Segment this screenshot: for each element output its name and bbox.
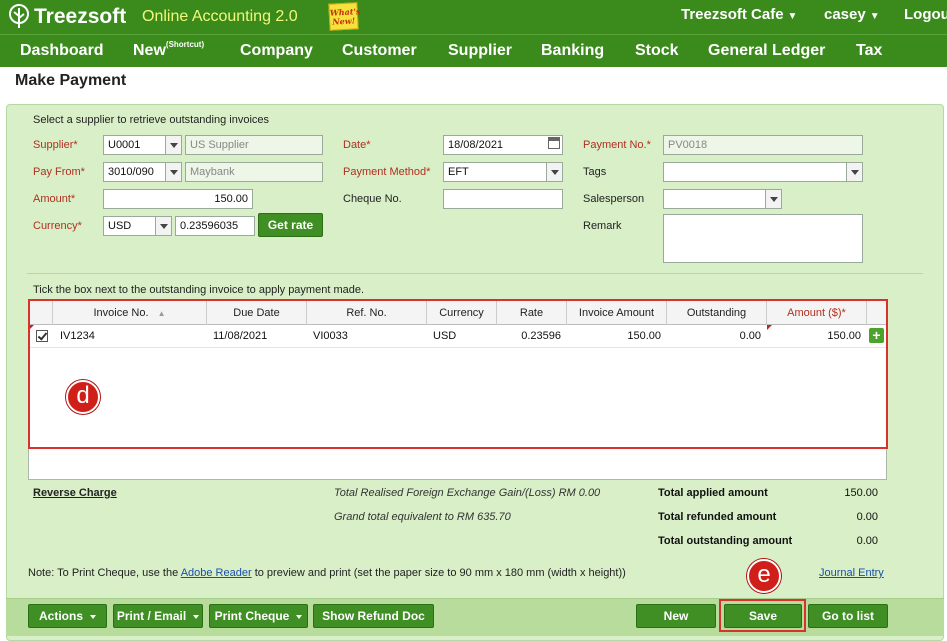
total-refunded-label: Total refunded amount (658, 511, 777, 523)
date-input[interactable]: 18/08/2021 (443, 135, 563, 155)
currency-select[interactable]: USD (103, 216, 172, 236)
actions-label: Actions (38, 609, 83, 623)
cheque-no-label: Cheque No. (343, 193, 402, 205)
highlight-save-box (719, 599, 806, 632)
payment-method-value: EFT (448, 166, 469, 178)
get-rate-button[interactable]: Get rate (258, 213, 323, 237)
company-name: Treezsoft Cafe (681, 6, 784, 23)
calendar-icon[interactable] (548, 137, 560, 149)
nav-new-label: New (133, 42, 166, 59)
chevron-down-icon[interactable] (846, 163, 862, 181)
chevron-down-icon[interactable] (546, 163, 562, 181)
nav-banking[interactable]: Banking (541, 42, 604, 60)
note-suffix: to preview and print (set the paper size… (254, 567, 626, 579)
date-value: 18/08/2021 (448, 139, 504, 151)
currency-label: Currency* (33, 220, 82, 232)
total-refunded-value: 0.00 (856, 511, 878, 523)
payment-method-label: Payment Method* (343, 166, 431, 178)
nav-tax[interactable]: Tax (856, 42, 882, 60)
whats-new-badge[interactable]: What's New! (328, 2, 361, 31)
pay-from-code-value: 3010/090 (108, 166, 154, 178)
user-menu[interactable]: casey ▼ (824, 6, 880, 23)
reverse-charge-link[interactable]: Reverse Charge (33, 487, 117, 499)
divider (27, 273, 923, 274)
chevron-down-icon (193, 614, 200, 619)
print-cheque-label: Print Cheque (214, 609, 290, 623)
chevron-down-icon (90, 614, 96, 619)
nav-dashboard[interactable]: Dashboard (20, 42, 104, 60)
journal-entry-link[interactable]: Journal Entry (819, 567, 884, 579)
supplier-hint: Select a supplier to retrieve outstandin… (33, 114, 270, 126)
annotation-marker-d: d (66, 380, 100, 414)
brand-name: Treezsoft (34, 5, 127, 28)
print-cheque-note: Note: To Print Cheque, use the Adobe Rea… (28, 567, 626, 579)
chevron-down-icon (296, 614, 303, 619)
total-applied-label: Total applied amount (658, 487, 768, 499)
highlight-grid-box (28, 299, 888, 449)
supplier-code-value: U0001 (108, 139, 141, 151)
print-email-label: Print / Email (116, 609, 187, 623)
total-outstanding-value: 0.00 (856, 535, 878, 547)
nav-customer[interactable]: Customer (342, 42, 417, 60)
user-name: casey (824, 6, 866, 23)
chevron-down-icon[interactable] (765, 190, 781, 208)
amount-label: Amount* (33, 193, 76, 205)
fx-gain-text: Total Realised Foreign Exchange Gain/(Lo… (334, 487, 601, 499)
payment-no-field: PV0018 (663, 135, 863, 155)
pay-from-label: Pay From* (33, 166, 85, 178)
supplier-label: Supplier* (33, 139, 78, 151)
grid-hint: Tick the box next to the outstanding inv… (33, 284, 365, 296)
logout-link[interactable]: Logout (904, 6, 947, 23)
chevron-down-icon: ▼ (869, 11, 880, 22)
date-label: Date* (343, 139, 371, 151)
pay-from-select[interactable]: 3010/090 (103, 162, 182, 182)
print-cheque-button[interactable]: Print Cheque (209, 604, 308, 628)
total-applied-value: 150.00 (844, 487, 878, 499)
nav-new[interactable]: New(Shortcut) (133, 40, 205, 60)
nav-supplier[interactable]: Supplier (448, 42, 512, 60)
tags-select[interactable] (663, 162, 863, 182)
print-email-button[interactable]: Print / Email (113, 604, 203, 628)
total-outstanding-label: Total outstanding amount (658, 535, 793, 547)
payment-no-label: Payment No.* (583, 139, 651, 151)
currency-value: USD (108, 220, 132, 232)
annotation-marker-e: e (747, 559, 781, 593)
main-nav: Dashboard New(Shortcut) Company Customer… (0, 34, 947, 67)
adobe-reader-link[interactable]: Adobe Reader (181, 567, 252, 579)
top-bar: Treezsoft Online Accounting 2.0 What's N… (0, 0, 947, 34)
new-button[interactable]: New (636, 604, 716, 628)
chevron-down-icon: ▼ (787, 11, 798, 22)
remark-label: Remark (583, 220, 622, 232)
actions-button[interactable]: Actions (28, 604, 107, 628)
nav-company[interactable]: Company (240, 42, 313, 60)
exchange-rate-input[interactable]: 0.23596035 (175, 216, 255, 236)
go-to-list-button[interactable]: Go to list (808, 604, 888, 628)
chevron-down-icon[interactable] (165, 136, 181, 154)
supplier-name-field: US Supplier (185, 135, 323, 155)
page-title: Make Payment (15, 72, 127, 89)
chevron-down-icon[interactable] (165, 163, 181, 181)
nav-stock[interactable]: Stock (635, 42, 679, 60)
brand-logo[interactable]: Treezsoft (6, 4, 126, 30)
salesperson-select[interactable] (663, 189, 782, 209)
nav-general-ledger[interactable]: General Ledger (708, 42, 825, 60)
nav-new-shortcut: (Shortcut) (165, 40, 205, 49)
show-refund-doc-button[interactable]: Show Refund Doc (313, 604, 434, 628)
payment-method-select[interactable]: EFT (443, 162, 563, 182)
company-switcher[interactable]: Treezsoft Cafe ▼ (681, 6, 797, 23)
chevron-down-icon[interactable] (155, 217, 171, 235)
pay-from-name-field: Maybank (185, 162, 323, 182)
remark-textarea[interactable] (663, 214, 863, 263)
tree-logo-icon (9, 4, 29, 28)
app-subtitle: Online Accounting 2.0 (142, 8, 298, 25)
note-prefix: Note: To Print Cheque, use the (28, 567, 179, 579)
grand-total-text: Grand total equivalent to RM 635.70 (334, 511, 511, 523)
tags-label: Tags (583, 166, 607, 178)
supplier-code-select[interactable]: U0001 (103, 135, 182, 155)
salesperson-label: Salesperson (583, 193, 645, 205)
cheque-no-input[interactable] (443, 189, 563, 209)
amount-input[interactable]: 150.00 (103, 189, 253, 209)
